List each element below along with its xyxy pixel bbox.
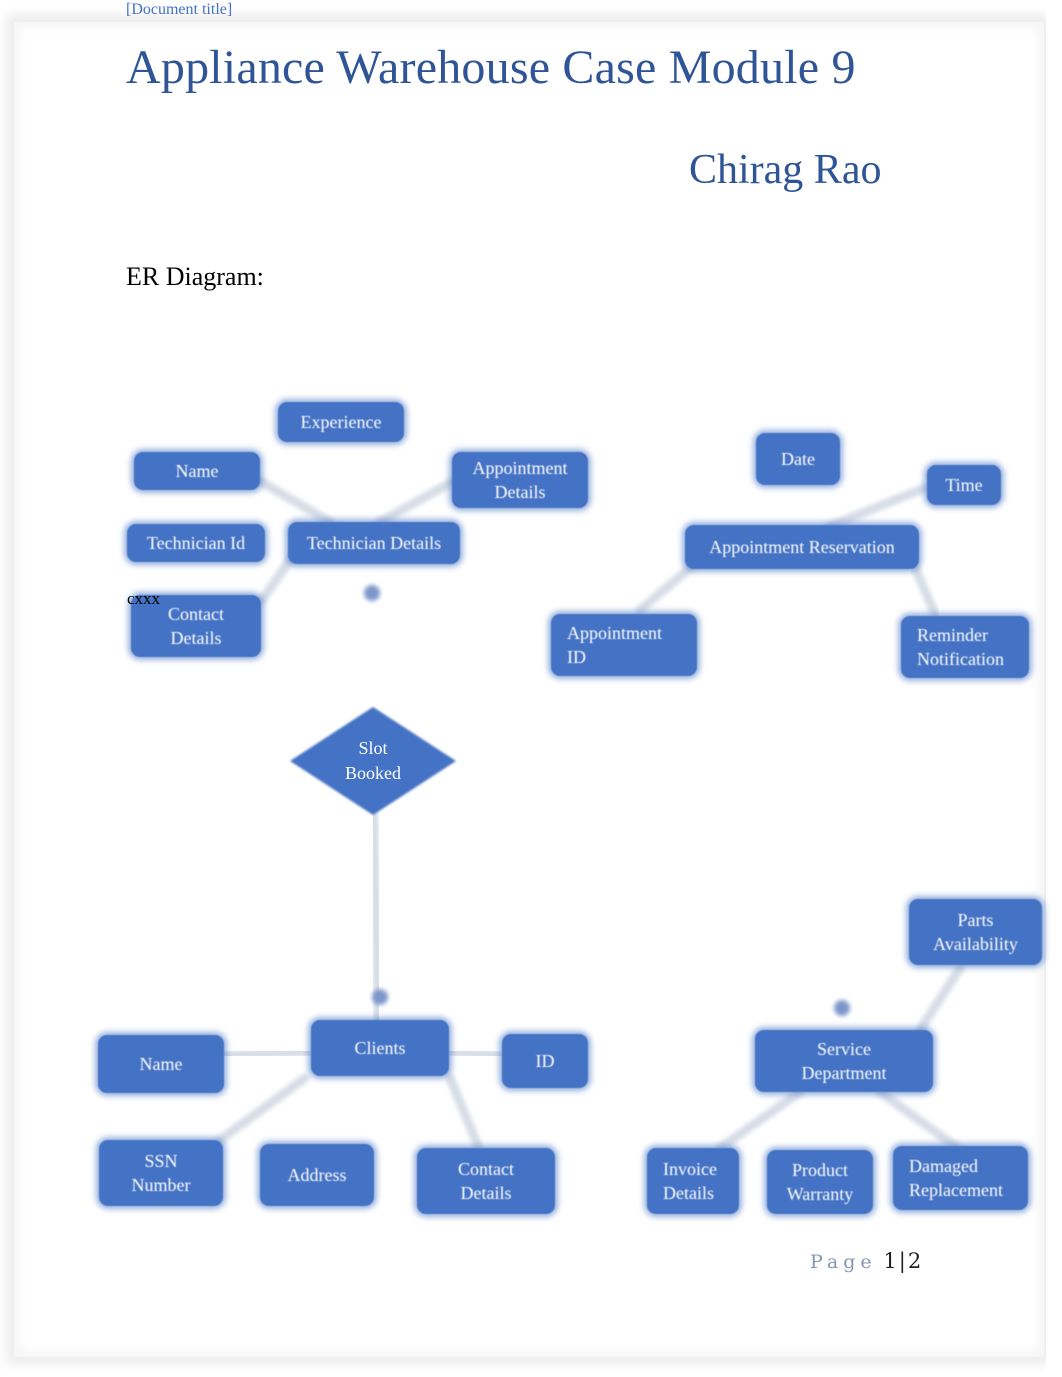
attribute-label: Time	[945, 475, 983, 495]
attribute-appointment-id: Appointment ID	[551, 614, 697, 676]
attribute-label: Technician Id	[146, 533, 246, 553]
connector-damaged	[875, 1087, 960, 1151]
entity-clients: Clients	[311, 1020, 449, 1076]
entity-label: Clients	[354, 1038, 406, 1058]
entity-technician-details: Technician Details	[288, 522, 460, 564]
current-page: 1	[883, 1249, 897, 1273]
relationship-label: Slot Booked	[345, 738, 401, 783]
attribute-experience: Experience	[278, 402, 404, 442]
connector-client-contact	[445, 1073, 483, 1151]
attribute-label: SSN Number	[131, 1151, 191, 1195]
attribute-client-name: Name	[98, 1035, 224, 1093]
connector-reminder	[910, 563, 940, 619]
connector-client-name	[220, 1047, 315, 1060]
attribute-appointment-details: Appointment Details	[452, 452, 588, 508]
connector-tech-contact	[257, 555, 295, 605]
entity-label: Technician Details	[306, 533, 442, 553]
attribute-label: Contact Details	[168, 604, 224, 648]
connector-end-technician	[364, 585, 380, 601]
attribute-ssn-number: SSN Number	[99, 1140, 223, 1206]
relationship-slot-booked: Slot Booked	[288, 705, 458, 817]
connector-appointment-details	[375, 477, 457, 527]
stray-text: cxxx	[127, 589, 161, 608]
page-footer: Page 1|2	[810, 1249, 921, 1273]
connector-invoice	[715, 1087, 805, 1153]
connector-appointment-id	[635, 563, 695, 615]
connector-ssn	[215, 1073, 310, 1145]
attribute-client-id: ID	[502, 1034, 588, 1088]
entity-service-department: Service Department	[755, 1030, 933, 1092]
attribute-client-contact-details: Contact Details	[417, 1148, 555, 1214]
connector-parts	[915, 963, 965, 1035]
attribute-parts-availability: Parts Availability	[909, 899, 1042, 965]
attribute-label: Address	[287, 1165, 347, 1185]
attribute-technician-id: Technician Id	[127, 524, 265, 562]
attribute-address: Address	[260, 1144, 374, 1206]
entity-label: Appointment Reservation	[709, 537, 895, 557]
attribute-date: Date	[756, 433, 840, 485]
attribute-label: Experience	[300, 412, 382, 432]
attribute-product-warranty: Product Warranty	[767, 1150, 873, 1214]
page-word: Page	[810, 1251, 877, 1273]
connector-end-clients	[372, 989, 388, 1005]
connector-slot-clients	[369, 810, 383, 1023]
attribute-time: Time	[927, 465, 1001, 505]
attribute-label: Name	[139, 1054, 183, 1074]
attribute-label: Product Warranty	[786, 1160, 854, 1204]
connector-tech-name	[253, 475, 335, 527]
attribute-label: ID	[535, 1051, 555, 1071]
page-separator: |	[898, 1249, 906, 1273]
attribute-label: Name	[175, 461, 219, 481]
total-pages: 2	[907, 1249, 922, 1273]
attribute-label: Invoice Details	[663, 1159, 717, 1203]
attribute-label: Reminder Notification	[917, 625, 1004, 669]
connector-end-service	[834, 1000, 850, 1016]
connector-time	[825, 483, 930, 531]
entity-appointment-reservation: Appointment Reservation	[685, 525, 919, 569]
attribute-label: Parts Availability	[933, 910, 1018, 954]
attribute-technician-name: Name	[134, 452, 260, 490]
attribute-label: Appointment Details	[472, 458, 568, 502]
attribute-label: Contact Details	[458, 1159, 514, 1203]
attribute-damaged-replacement: Damaged Replacement	[893, 1146, 1028, 1210]
attribute-label: Damaged Replacement	[909, 1156, 1003, 1200]
attribute-invoice-details: Invoice Details	[647, 1148, 739, 1214]
connector-client-id	[445, 1047, 505, 1060]
attribute-label: Date	[781, 449, 815, 469]
attribute-label: Appointment ID	[567, 623, 662, 667]
entity-label: Service Department	[801, 1039, 887, 1083]
attribute-reminder-notification: Reminder Notification	[901, 616, 1029, 678]
